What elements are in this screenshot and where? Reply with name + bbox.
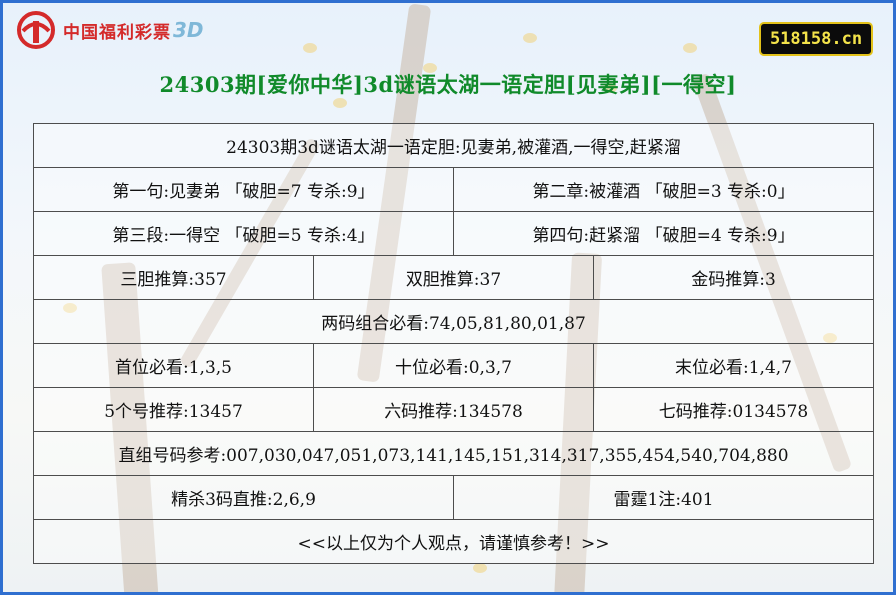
table-row: 精杀3码直推:2,6,9 雷霆1注:401 — [33, 475, 875, 520]
table-row: 24303期3d谜语太湖一语定胆:见妻弟,被灌酒,一得空,赶紧溜 — [32, 123, 875, 168]
table-cell: 直组号码参考:007,030,047,051,073,141,145,151,3… — [32, 431, 875, 476]
table-cell: 雷霆1注:401 — [452, 475, 875, 520]
prediction-table: 24303期3d谜语太湖一语定胆:见妻弟,被灌酒,一得空,赶紧溜 第一句:见妻弟… — [32, 123, 875, 564]
table-cell: 双胆推算:37 — [313, 255, 594, 300]
table-cell: 末位必看:1,4,7 — [592, 343, 875, 388]
table-row: 两码组合必看:74,05,81,80,01,87 — [32, 299, 875, 344]
table-cell: 首位必看:1,3,5 — [33, 343, 314, 388]
table-cell: 第四句:赶紧溜 「破胆=4 专杀:9」 — [452, 211, 875, 256]
table-row: 5个号推荐:13457 六码推荐:134578 七码推荐:0134578 — [33, 387, 875, 432]
table-row: <<以上仅为个人观点，请谨慎参考！>> — [32, 519, 875, 564]
table-row: 三胆推算:357 双胆推算:37 金码推算:3 — [33, 255, 875, 300]
table-cell: 第二章:被灌酒 「破胆=3 专杀:0」 — [452, 167, 875, 212]
table-cell-header: 24303期3d谜语太湖一语定胆:见妻弟,被灌酒,一得空,赶紧溜 — [32, 123, 875, 168]
lottery-logo-icon — [17, 11, 55, 49]
table-row: 首位必看:1,3,5 十位必看:0,3,7 末位必看:1,4,7 — [33, 343, 875, 388]
table-row: 第一句:见妻弟 「破胆=7 专杀:9」 第二章:被灌酒 「破胆=3 专杀:0」 — [33, 167, 875, 212]
table-row: 直组号码参考:007,030,047,051,073,141,145,151,3… — [32, 431, 875, 476]
logo-text: 中国福利彩票 — [63, 22, 171, 43]
table-cell: 第三段:一得空 「破胆=5 专杀:4」 — [33, 211, 454, 256]
table-cell: 三胆推算:357 — [33, 255, 314, 300]
logo-3d: 3D — [173, 18, 204, 42]
table-cell: 六码推荐:134578 — [313, 387, 594, 432]
table-cell-footer: <<以上仅为个人观点，请谨慎参考！>> — [32, 519, 875, 564]
table-cell: 精杀3码直推:2,6,9 — [33, 475, 454, 520]
table-cell: 5个号推荐:13457 — [33, 387, 314, 432]
table-cell: 十位必看:0,3,7 — [313, 343, 594, 388]
page-title: 24303期[爱你中华]3d谜语太湖一语定胆[见妻弟][一得空] — [159, 72, 737, 97]
table-cell: 两码组合必看:74,05,81,80,01,87 — [32, 299, 875, 344]
lottery-logo: 中国福利彩票 3D — [15, 11, 204, 49]
table-cell: 金码推算:3 — [592, 255, 875, 300]
table-cell: 七码推荐:0134578 — [592, 387, 875, 432]
site-badge[interactable]: 518158.cn — [759, 22, 873, 56]
table-row: 第三段:一得空 「破胆=5 专杀:4」 第四句:赶紧溜 「破胆=4 专杀:9」 — [33, 211, 875, 256]
table-cell: 第一句:见妻弟 「破胆=7 专杀:9」 — [33, 167, 454, 212]
